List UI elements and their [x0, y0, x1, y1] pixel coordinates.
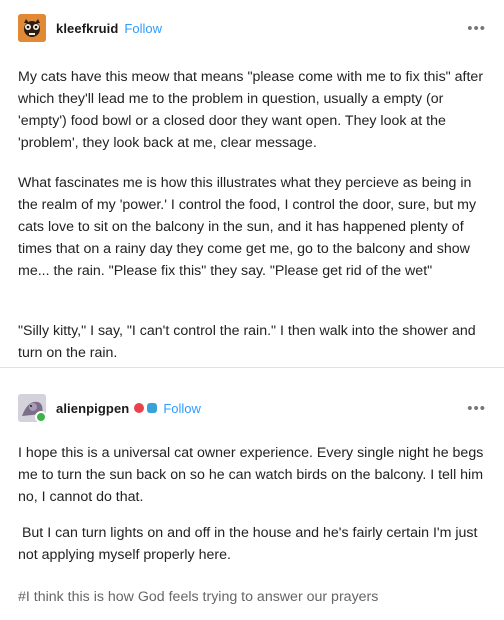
post-tag[interactable]: #I think this is how God feels trying to… [18, 586, 490, 608]
post-paragraph: "Silly kitty," I say, "I can't control t… [18, 323, 476, 361]
post-header: alienpigpen Follow [18, 392, 201, 424]
post-paragraph: But I can turn lights on and off in the … [18, 525, 482, 563]
online-status-icon [35, 411, 47, 423]
post-kleefkruid: kleefkruid Follow ••• My cats have this … [0, 0, 504, 368]
avatar[interactable] [18, 14, 46, 42]
red-badge-icon [134, 403, 145, 413]
avatar-image [18, 14, 46, 42]
username[interactable]: alienpigpen [56, 401, 129, 416]
post-paragraph: I hope this is a universal cat owner exp… [18, 445, 484, 505]
post-header: kleefkruid Follow [18, 12, 162, 44]
more-options-icon[interactable]: ••• [467, 400, 486, 417]
post-paragraph: My cats have this meow that means "pleas… [18, 69, 484, 151]
globe-badge-icon [147, 403, 158, 413]
post-paragraph: What fascinates me is how this illustrat… [18, 175, 477, 279]
username[interactable]: kleefkruid [56, 21, 118, 36]
post-alienpigpen: alienpigpen Follow ••• I hope this is a … [0, 368, 504, 620]
more-options-icon[interactable]: ••• [467, 20, 486, 37]
follow-button[interactable]: Follow [163, 401, 201, 416]
avatar-wrapper[interactable] [18, 394, 47, 423]
follow-button[interactable]: Follow [124, 21, 162, 36]
